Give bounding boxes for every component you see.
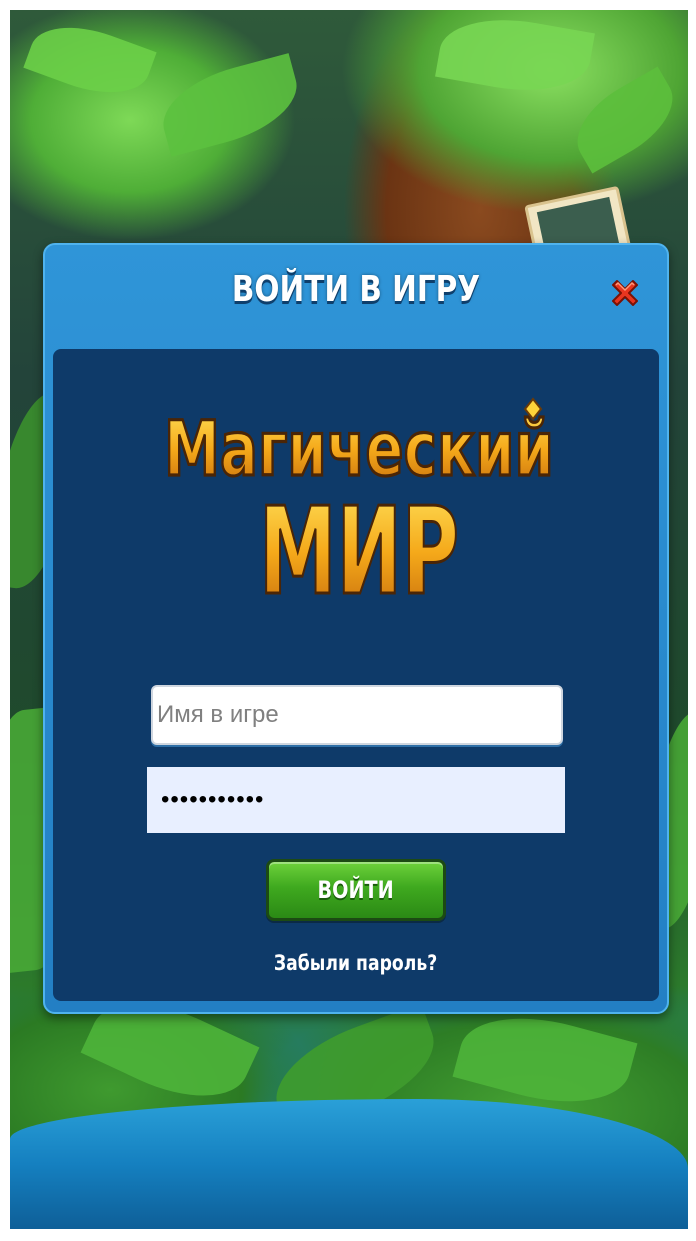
close-icon	[612, 280, 638, 306]
forgot-password-label: Забыли пароль?	[274, 951, 438, 975]
logo-line1: Магический	[164, 405, 554, 493]
forgot-password-link[interactable]: Забыли пароль?	[53, 951, 659, 975]
login-dialog: ВОЙТИ В ИГРУ Магический МИР ВОЙТИ	[43, 243, 669, 1014]
login-button[interactable]: ВОЙТИ	[266, 859, 446, 921]
leaf	[23, 11, 157, 109]
dialog-title: ВОЙТИ В ИГРУ	[231, 269, 481, 310]
leaf	[435, 10, 595, 103]
leaf	[562, 66, 688, 174]
leaf	[153, 53, 307, 157]
game-logo: Магический МИР	[162, 397, 556, 623]
login-button-label: ВОЙТИ	[317, 876, 395, 904]
close-button[interactable]	[607, 275, 643, 311]
username-input[interactable]	[151, 685, 563, 745]
password-field[interactable]	[147, 767, 565, 833]
water	[10, 1099, 688, 1229]
logo-line2: МИР	[259, 483, 459, 622]
login-panel: Магический МИР ВОЙТИ Забыли пароль?	[53, 349, 659, 1001]
